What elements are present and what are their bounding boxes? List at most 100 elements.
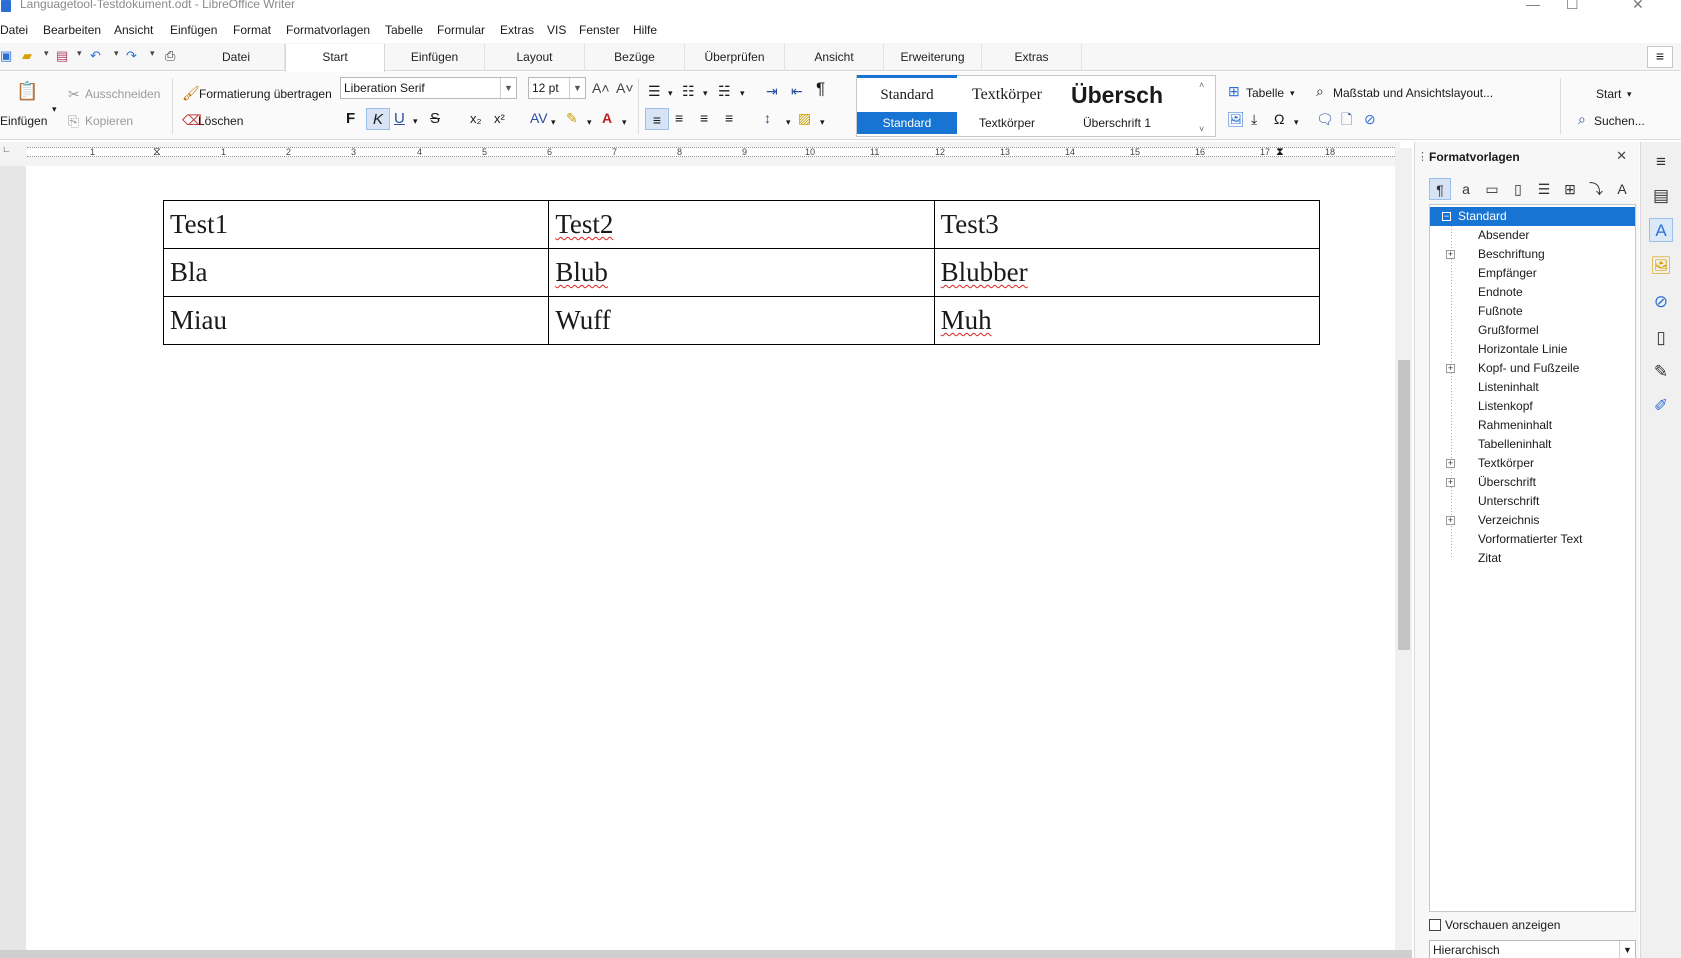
special-character-icon[interactable]: Ω xyxy=(1274,112,1284,126)
tab-bezuege[interactable]: Bezüge xyxy=(585,44,685,71)
style-item[interactable]: + Beschriftung xyxy=(1430,245,1635,264)
page-styles-icon[interactable]: ▯ xyxy=(1507,178,1529,200)
style-item[interactable]: Fußnote xyxy=(1430,302,1635,321)
style-item[interactable]: − Standard xyxy=(1430,207,1635,226)
font-name-combo[interactable]: Liberation Serif ▼ xyxy=(340,77,517,99)
save-dropdown-icon[interactable]: ▾ xyxy=(77,48,82,59)
tab-datei[interactable]: Datei xyxy=(188,44,285,71)
navigator-icon[interactable]: ⊘ xyxy=(1364,112,1376,126)
close-icon[interactable]: ✕ xyxy=(1616,148,1627,164)
style-item[interactable]: Empfänger xyxy=(1430,264,1635,283)
increase-indent-icon[interactable]: ⇥ xyxy=(766,84,778,98)
table-cell[interactable]: Blubber xyxy=(933,248,1321,297)
comment-icon[interactable]: 🗨 xyxy=(1316,112,1334,126)
style-item[interactable]: + Verzeichnis xyxy=(1430,511,1635,530)
menu-extras[interactable]: Extras xyxy=(500,23,534,37)
menu-fenster[interactable]: Fenster xyxy=(579,23,620,37)
font-color-icon[interactable]: A xyxy=(602,111,612,125)
justify-icon[interactable]: ≡ xyxy=(725,111,733,125)
align-left-icon[interactable]: ≡ xyxy=(645,108,669,130)
clone-format-button[interactable]: Formatierung übertragen xyxy=(199,87,332,101)
style-item[interactable]: Grußformel xyxy=(1430,321,1635,340)
expand-icon[interactable]: + xyxy=(1446,250,1455,259)
track-changes-icon[interactable]: 🗋 xyxy=(1341,112,1352,126)
style-item[interactable]: Listenkopf xyxy=(1430,397,1635,416)
font-size-combo[interactable]: 12 pt ▼ xyxy=(528,77,586,99)
gallery-icon[interactable]: 🖼 xyxy=(1649,254,1673,278)
clone-format-icon[interactable]: 🖌 xyxy=(182,86,200,100)
tab-erweiterung[interactable]: Erweiterung xyxy=(884,44,982,71)
style-item[interactable]: Horizontale Linie xyxy=(1430,340,1635,359)
undo-dropdown-icon[interactable]: ▾ xyxy=(114,48,119,59)
highlight-dropdown-icon[interactable]: ▾ xyxy=(587,115,592,129)
subscript-button[interactable]: x₂ xyxy=(470,112,482,126)
font-color-dropdown-icon[interactable]: ▾ xyxy=(622,115,627,129)
maximize-button[interactable]: ☐ xyxy=(1566,0,1579,13)
vertical-scrollbar[interactable] xyxy=(1395,148,1412,950)
outline-list-icon[interactable]: ☵ xyxy=(718,84,731,98)
menu-bearbeiten[interactable]: Bearbeiten xyxy=(43,23,101,37)
expand-icon[interactable]: + xyxy=(1446,459,1455,468)
redo-icon[interactable]: ↷ xyxy=(126,48,137,64)
style-scroll-up-icon[interactable]: ˄ xyxy=(1199,78,1204,92)
close-window-button[interactable]: ✕ xyxy=(1632,0,1644,13)
underline-dropdown-icon[interactable]: ▾ xyxy=(413,114,418,128)
align-right-icon[interactable]: ≡ xyxy=(700,111,708,125)
underline-button[interactable]: U xyxy=(394,111,405,126)
table-button[interactable]: Tabelle xyxy=(1246,86,1284,100)
bullet-list-icon[interactable]: ☰ xyxy=(648,84,661,98)
style-item[interactable]: Endnote xyxy=(1430,283,1635,302)
menu-formular[interactable]: Formular xyxy=(437,23,485,37)
style-item[interactable]: Absender xyxy=(1430,226,1635,245)
style-preview-textkoerper[interactable]: Textkörper Textkörper xyxy=(957,78,1057,136)
grow-font-icon[interactable]: A˄ xyxy=(592,81,610,95)
style-item[interactable]: Rahmeninhalt xyxy=(1430,416,1635,435)
style-item[interactable]: Unterschrift xyxy=(1430,492,1635,511)
tab-layout[interactable]: Layout xyxy=(485,44,585,71)
paste-button[interactable]: Einfügen xyxy=(0,114,47,128)
table-cell[interactable]: Blub xyxy=(548,248,935,297)
checkbox-icon[interactable] xyxy=(1429,919,1441,931)
style-item[interactable]: + Überschrift xyxy=(1430,473,1635,492)
table-cell[interactable]: Bla xyxy=(162,248,550,297)
table-cell[interactable]: Miau xyxy=(162,296,550,345)
menu-hilfe[interactable]: Hilfe xyxy=(633,23,657,37)
style-item[interactable]: + Textkörper xyxy=(1430,454,1635,473)
save-icon[interactable]: ▤ xyxy=(56,48,68,64)
insert-image-icon[interactable]: 🖼 xyxy=(1227,112,1245,126)
document-page[interactable]: Test1 Test2 Test3 Bla Blub Blubber Miau … xyxy=(26,166,1395,950)
decrease-indent-icon[interactable]: ⇤ xyxy=(791,84,803,98)
style-tree[interactable]: − Standard Absender + Beschriftung Empfänger E… xyxy=(1429,204,1636,912)
highlight-icon[interactable]: ✎ xyxy=(566,111,578,125)
style-item[interactable]: Vorformatierter Text xyxy=(1430,530,1635,549)
table-cell[interactable]: Test3 xyxy=(933,200,1321,249)
style-item[interactable]: Listeninhalt xyxy=(1430,378,1635,397)
line-spacing-icon[interactable]: ↕ xyxy=(764,111,771,125)
formatting-marks-icon[interactable]: ¶ xyxy=(816,80,825,97)
style-item[interactable]: + Kopf- und Fußzeile xyxy=(1430,359,1635,378)
fill-format-icon[interactable]: ⤵ xyxy=(1585,178,1607,200)
redo-dropdown-icon[interactable]: ▾ xyxy=(150,48,155,59)
spacing-dropdown-icon[interactable]: ▾ xyxy=(551,115,556,129)
table-cell[interactable]: Muh xyxy=(933,296,1321,345)
menu-formatvorlagen[interactable]: Formatvorlagen xyxy=(286,23,370,37)
character-spacing-icon[interactable]: AV xyxy=(530,111,548,125)
menu-vis[interactable]: VIS xyxy=(547,23,566,37)
paste-icon[interactable]: 📋 xyxy=(16,82,38,100)
ruler-tab-stop-icon[interactable]: ∟ xyxy=(2,144,11,154)
style-item[interactable]: Tabelleninhalt xyxy=(1430,435,1635,454)
clear-format-button[interactable]: Löschen xyxy=(198,114,243,128)
line-spacing-dropdown-icon[interactable]: ▾ xyxy=(786,115,791,129)
properties-icon[interactable]: ▤ xyxy=(1649,184,1673,208)
style-actions-icon[interactable]: A xyxy=(1611,178,1633,200)
table-cell[interactable]: Wuff xyxy=(548,296,935,345)
collapse-icon[interactable]: − xyxy=(1442,212,1451,221)
minimize-button[interactable]: — xyxy=(1526,0,1540,12)
table-dropdown-icon[interactable]: ▾ xyxy=(1290,86,1295,100)
open-folder-icon[interactable]: ▰ xyxy=(22,48,32,64)
paste-dropdown-icon[interactable]: ▾ xyxy=(52,102,57,116)
align-center-icon[interactable]: ≡ xyxy=(675,111,683,125)
search-icon[interactable]: ⌕ xyxy=(1316,84,1324,98)
bold-button[interactable]: F xyxy=(346,111,355,126)
tab-extras[interactable]: Extras xyxy=(982,44,1082,71)
